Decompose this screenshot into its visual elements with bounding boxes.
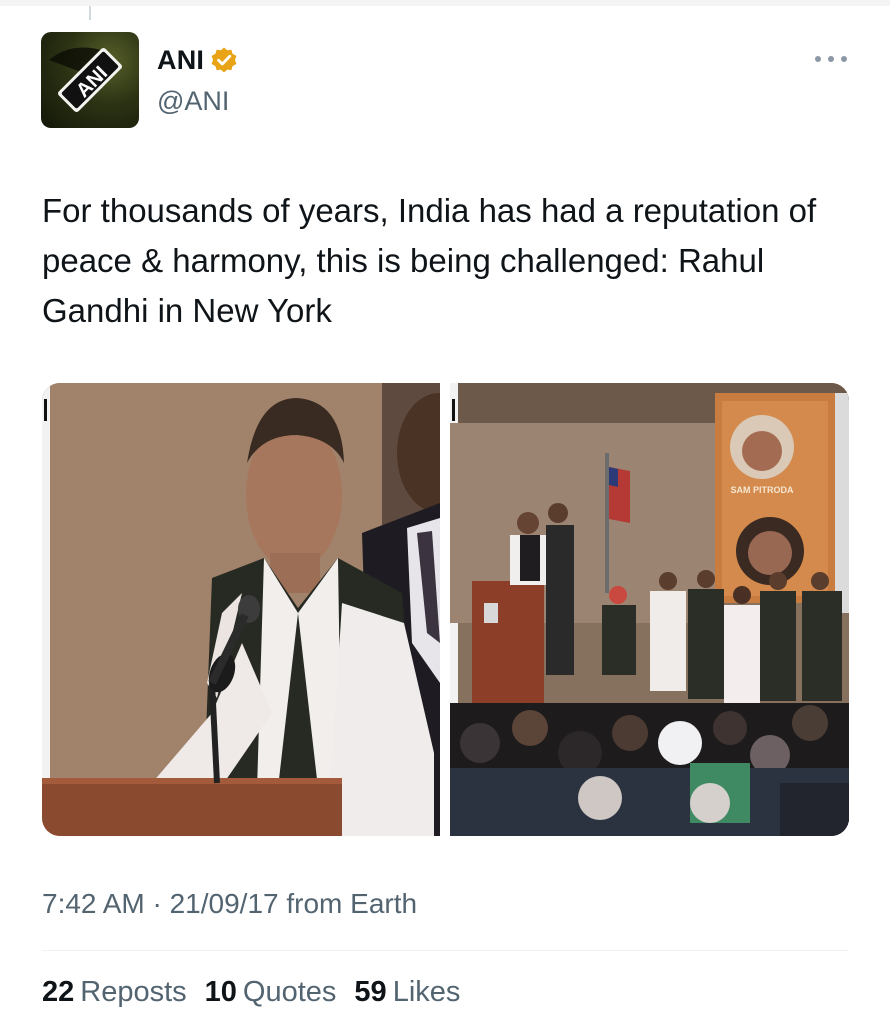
- top-separator: [0, 0, 890, 6]
- author-handle[interactable]: @ANI: [157, 86, 229, 117]
- stats-divider: [42, 950, 849, 951]
- ani-logo: ANI: [49, 47, 122, 112]
- likes-stat[interactable]: 59 Likes: [354, 976, 460, 1009]
- svg-text:SAM PITRODA: SAM PITRODA: [731, 485, 795, 495]
- quotes-label: Quotes: [242, 976, 337, 1008]
- verified-badge-icon: [211, 47, 237, 73]
- likes-count: 59: [354, 976, 387, 1008]
- likes-label: Likes: [392, 976, 461, 1008]
- post-media[interactable]: SAM PITRODA: [42, 383, 849, 836]
- author-name[interactable]: ANI: [157, 45, 204, 76]
- quotes-stat[interactable]: 10 Quotes: [205, 976, 337, 1009]
- post-stats: 22 Reposts 10 Quotes 59 Likes: [42, 976, 478, 1009]
- author-name-row: ANI: [157, 44, 238, 76]
- avatar[interactable]: ANI: [41, 32, 139, 128]
- media-photo-speaker[interactable]: [42, 383, 440, 836]
- post-timestamp[interactable]: 7:42 AM · 21/09/17 from Earth: [42, 888, 417, 920]
- thread-connector-line: [89, 6, 91, 20]
- media-photo-audience[interactable]: SAM PITRODA: [450, 383, 849, 836]
- reposts-count: 22: [42, 976, 75, 1008]
- reposts-stat[interactable]: 22 Reposts: [42, 976, 187, 1009]
- more-horizontal-icon[interactable]: [813, 49, 849, 69]
- post-text: For thousands of years, India has had a …: [42, 192, 817, 329]
- reposts-label: Reposts: [80, 976, 187, 1008]
- quotes-count: 10: [204, 976, 237, 1008]
